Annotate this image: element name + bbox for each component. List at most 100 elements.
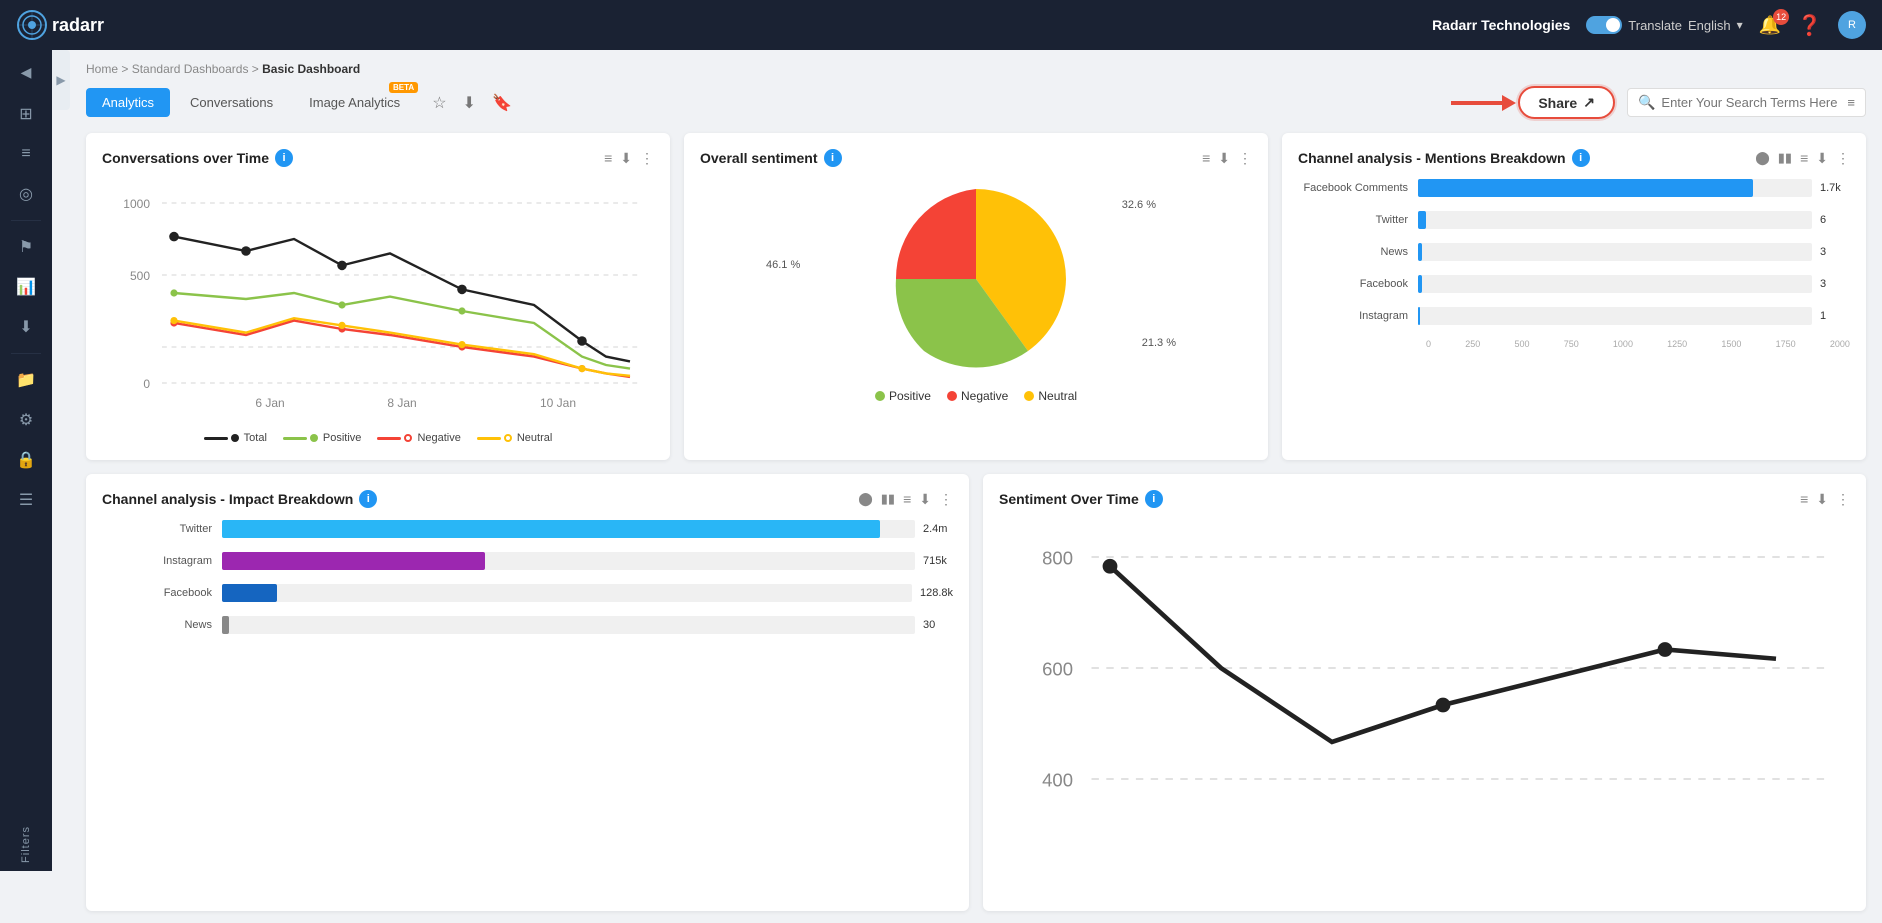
notification-bell[interactable]: 🔔 12 bbox=[1759, 15, 1781, 36]
bar-row-twitter: Twitter 6 bbox=[1298, 211, 1850, 229]
help-icon[interactable]: ❓ bbox=[1797, 13, 1822, 38]
pie-icon-impact[interactable]: ⬤ bbox=[858, 491, 873, 507]
pie-legend: Positive Negative Neutral bbox=[875, 389, 1077, 403]
pie-chart-icon[interactable]: ⬤ bbox=[1755, 150, 1770, 166]
legend-total-label: Total bbox=[244, 432, 267, 444]
card-title-sot: Sentiment Over Time bbox=[999, 491, 1139, 507]
impact-value-news: 30 bbox=[923, 619, 953, 631]
x-label-1500: 1500 bbox=[1721, 339, 1741, 349]
sidebar-item-folder[interactable]: 📁 bbox=[8, 362, 44, 398]
bar-icon-impact[interactable]: ▮▮ bbox=[881, 491, 895, 507]
share-button[interactable]: Share ↗ bbox=[1518, 86, 1615, 119]
x-label-1750: 1750 bbox=[1776, 339, 1796, 349]
bar-label-facebook: Facebook bbox=[1298, 278, 1418, 290]
impact-value-twitter: 2.4m bbox=[923, 523, 953, 535]
svg-text:10 Jan: 10 Jan bbox=[540, 396, 576, 410]
download-sot[interactable]: ⬇ bbox=[1816, 491, 1828, 508]
download-icon-s[interactable]: ⬇ bbox=[1218, 150, 1230, 167]
legend-positive: Positive bbox=[283, 432, 362, 444]
share-icon: ↗ bbox=[1583, 94, 1595, 111]
info-icon-sentiment[interactable]: i bbox=[824, 149, 842, 167]
info-icon-conversations[interactable]: i bbox=[275, 149, 293, 167]
filter-lines-icon[interactable]: ≡ bbox=[604, 150, 612, 166]
tab-conversations[interactable]: Conversations bbox=[174, 88, 289, 117]
bookmark-icon[interactable]: 🔖 bbox=[488, 89, 516, 117]
more-icon-impact[interactable]: ⋮ bbox=[939, 491, 953, 508]
search-icon: 🔍 bbox=[1638, 94, 1655, 111]
sidebar-item-list[interactable]: ≡ bbox=[8, 136, 44, 172]
impact-track-news bbox=[222, 616, 915, 634]
bar-fill-instagram bbox=[1418, 307, 1420, 325]
avatar[interactable]: R bbox=[1838, 11, 1866, 39]
breadcrumb-sep1: > bbox=[121, 62, 131, 76]
arrow-annotation bbox=[1451, 101, 1506, 105]
search-input[interactable] bbox=[1661, 95, 1841, 110]
impact-fill-facebook bbox=[222, 584, 277, 602]
sidebar-item-settings[interactable]: ⚙ bbox=[8, 402, 44, 438]
share-label: Share bbox=[1538, 95, 1577, 111]
bar-chart-icon[interactable]: ▮▮ bbox=[1778, 150, 1792, 166]
sidebar-item-lock[interactable]: 🔒 bbox=[8, 442, 44, 478]
impact-bar-row-instagram: Instagram 715k bbox=[102, 552, 953, 570]
card-channel-mentions: Channel analysis - Mentions Breakdown i … bbox=[1282, 133, 1866, 460]
star-icon[interactable]: ☆ bbox=[428, 89, 450, 117]
sidebar-item-dashboard[interactable]: ⊞ bbox=[8, 96, 44, 132]
sidebar-toggle[interactable]: ◀ bbox=[12, 58, 40, 86]
card-title-area-sentiment: Overall sentiment i bbox=[700, 149, 842, 167]
translate-switch[interactable] bbox=[1586, 16, 1622, 34]
svg-text:radarr: radarr bbox=[52, 15, 104, 35]
x-label-250: 250 bbox=[1465, 339, 1480, 349]
sidebar-item-menu[interactable]: ☰ bbox=[8, 482, 44, 518]
tab-analytics[interactable]: Analytics bbox=[86, 88, 170, 117]
more-icon-s[interactable]: ⋮ bbox=[1238, 150, 1252, 167]
pie-svg bbox=[876, 179, 1076, 379]
card-title-area: Conversations over Time i bbox=[102, 149, 293, 167]
breadcrumb-basic: Basic Dashboard bbox=[262, 62, 360, 76]
search-box[interactable]: 🔍 ≡ bbox=[1627, 88, 1866, 117]
filter-icon-impact[interactable]: ≡ bbox=[903, 491, 911, 507]
info-icon-impact[interactable]: i bbox=[359, 490, 377, 508]
more-icon-m[interactable]: ⋮ bbox=[1836, 150, 1850, 167]
filter-lines-icon-m[interactable]: ≡ bbox=[1800, 150, 1808, 166]
download-icon-m[interactable]: ⬇ bbox=[1816, 150, 1828, 167]
sot-chart-area: 800 600 400 bbox=[999, 520, 1850, 895]
svg-text:600: 600 bbox=[1042, 658, 1073, 679]
bar-label-fb-comments: Facebook Comments bbox=[1298, 182, 1418, 194]
share-area: Share ↗ 🔍 ≡ bbox=[1451, 86, 1866, 119]
bar-row-facebook: Facebook 3 bbox=[1298, 275, 1850, 293]
filter-lines-sot[interactable]: ≡ bbox=[1800, 491, 1808, 507]
info-icon-sot[interactable]: i bbox=[1145, 490, 1163, 508]
more-sot[interactable]: ⋮ bbox=[1836, 491, 1850, 508]
download-tab-icon[interactable]: ⬇ bbox=[459, 89, 480, 117]
sidebar-divider-1 bbox=[11, 220, 41, 221]
lang-chevron[interactable]: ▾ bbox=[1737, 18, 1743, 32]
filter-lines-icon-s[interactable]: ≡ bbox=[1202, 150, 1210, 166]
info-icon-mentions[interactable]: i bbox=[1572, 149, 1590, 167]
download-icon-impact[interactable]: ⬇ bbox=[919, 491, 931, 508]
bar-track-instagram bbox=[1418, 307, 1812, 325]
impact-track-facebook bbox=[222, 584, 912, 602]
legend-positive-label: Positive bbox=[323, 432, 362, 444]
sidebar-item-flag[interactable]: ⚑ bbox=[8, 229, 44, 265]
bar-row-instagram: Instagram 1 bbox=[1298, 307, 1850, 325]
impact-label-news: News bbox=[102, 619, 222, 631]
left-panel-toggle[interactable]: ▶ bbox=[52, 50, 70, 110]
tab-image-analytics[interactable]: Image Analytics BETA bbox=[293, 88, 416, 117]
card-title-conversations: Conversations over Time bbox=[102, 150, 269, 166]
impact-value-instagram: 715k bbox=[923, 555, 953, 567]
sidebar-item-analytics[interactable]: 📊 bbox=[8, 269, 44, 305]
sidebar-item-circle[interactable]: ◎ bbox=[8, 176, 44, 212]
filter-icon[interactable]: ≡ bbox=[1847, 95, 1855, 110]
legend-negative: Negative bbox=[377, 432, 460, 444]
positive-label: 32.6 % bbox=[1122, 199, 1156, 211]
sidebar-item-download[interactable]: ⬇ bbox=[8, 309, 44, 345]
positive-dot bbox=[875, 391, 885, 401]
bar-track-fb-comments bbox=[1418, 179, 1812, 197]
mentions-bar-chart: Facebook Comments 1.7k Twitter 6 New bbox=[1298, 179, 1850, 349]
impact-bar-row-twitter: Twitter 2.4m bbox=[102, 520, 953, 538]
impact-label-twitter: Twitter bbox=[102, 523, 222, 535]
more-icon[interactable]: ⋮ bbox=[640, 150, 654, 167]
legend-neutral-label: Neutral bbox=[517, 432, 552, 444]
bar-x-axis: 0 250 500 750 1000 1250 1500 1750 2000 bbox=[1298, 339, 1850, 349]
download-icon[interactable]: ⬇ bbox=[620, 150, 632, 167]
